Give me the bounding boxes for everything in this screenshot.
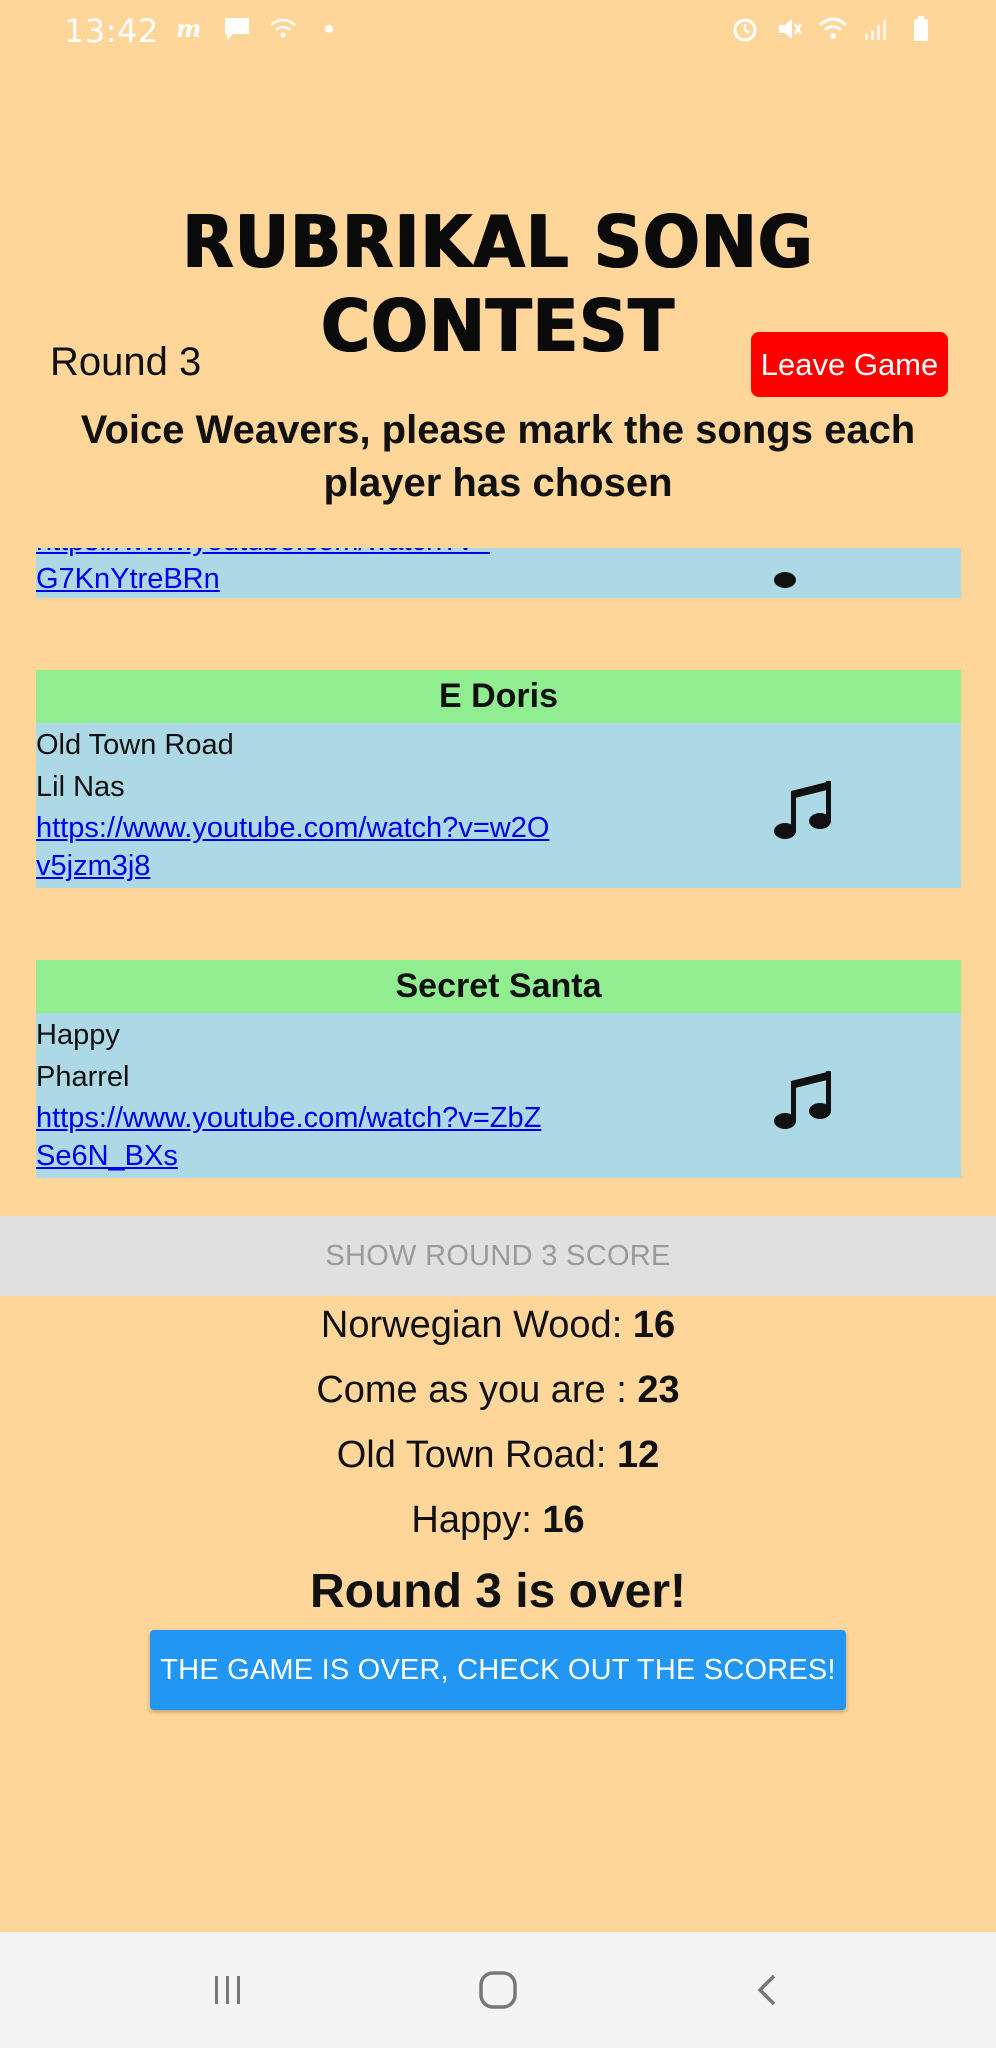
alarm-icon [730,14,760,44]
chat-bubble-icon [222,14,252,44]
instruction-text: Voice Weavers, please mark the songs eac… [80,408,916,505]
song-link-line1[interactable]: https://www.youtube.com/watch?v= [36,548,490,560]
signal-icon [862,14,892,44]
score-label: Norwegian Wood: [320,1304,633,1346]
leave-game-button[interactable]: Leave Game [751,332,948,397]
battery-icon [906,14,936,44]
song-card: E Doris Old Town Road Lil Nas https://ww… [36,670,961,888]
score-label: Old Town Road: [336,1434,617,1476]
wifi-icon [818,14,848,44]
show-round-score-button[interactable]: SHOW ROUND 3 SCORE [0,1216,996,1296]
dot-icon [314,14,344,44]
song-artist: Lil Nas [36,771,125,803]
song-list[interactable]: https://www.youtube.com/watch?v= G7KnYtr… [36,548,961,1214]
song-card-body: Old Town Road Lil Nas https://www.youtub… [36,723,961,888]
mute-icon [774,14,804,44]
score-value: 23 [637,1369,680,1411]
score-row: Norwegian Wood: 16 [0,1300,996,1365]
song-title: Happy [36,1019,120,1051]
music-note-icon[interactable] [769,548,839,598]
status-bar: 13:42 m [0,0,996,64]
wifi-calling-icon [268,14,298,44]
messenger-icon: m [176,14,206,44]
back-icon[interactable] [738,1960,798,2020]
score-value: 16 [632,1304,676,1346]
song-card-partial: https://www.youtube.com/watch?v= G7KnYtr… [36,548,961,598]
player-name: E Doris [36,670,961,723]
song-card-body: Happy Pharrel https://www.youtube.com/wa… [36,1013,961,1178]
song-card: Secret Santa Happy Pharrel https://www.y… [36,960,961,1178]
song-link[interactable]: https://www.youtube.com/watch?v=w2Ov5jzm… [36,809,556,885]
check-scores-button[interactable]: THE GAME IS OVER, CHECK OUT THE SCORES! [150,1630,846,1710]
player-name: Secret Santa [36,960,961,1013]
score-row: Old Town Road: 12 [0,1430,996,1495]
song-link-line2[interactable]: G7KnYtreBRn [36,560,490,598]
score-list: Norwegian Wood: 16 Come as you are : 23 … [0,1300,996,1560]
score-label: Come as you are : [316,1369,638,1411]
score-value: 12 [616,1434,660,1476]
status-left-icons: m [176,14,344,44]
song-title: Old Town Road [36,729,234,761]
music-note-icon[interactable] [769,1063,839,1133]
music-note-icon[interactable] [769,773,839,843]
navigation-bar [0,1932,996,2048]
score-row: Happy: 16 [0,1495,996,1560]
status-time: 13:42 [64,12,159,50]
recent-apps-icon[interactable] [198,1960,258,2020]
home-icon[interactable] [468,1960,528,2020]
svg-text:m: m [176,18,201,40]
score-value: 16 [542,1499,585,1541]
status-right-icons [730,14,936,44]
song-artist: Pharrel [36,1061,130,1093]
score-label: Happy: [411,1499,543,1541]
song-link-partial[interactable]: https://www.youtube.com/watch?v= G7KnYtr… [36,548,490,598]
round-label: Round 3 [50,340,202,384]
score-row: Come as you are : 23 [0,1365,996,1430]
song-link[interactable]: https://www.youtube.com/watch?v=ZbZSe6N_… [36,1099,556,1175]
round-over-heading: Round 3 is over! [309,1565,687,1618]
